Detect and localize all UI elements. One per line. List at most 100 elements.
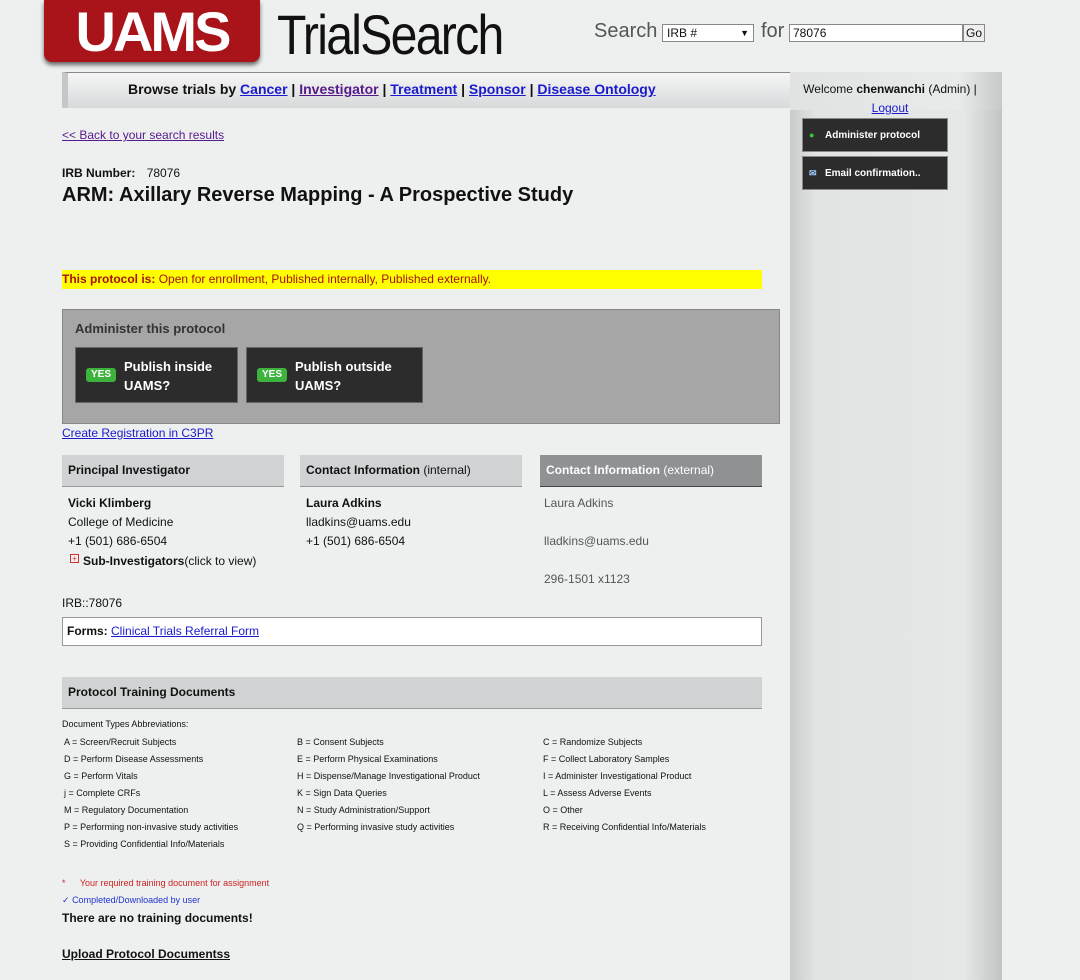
user-role: (Admin) | [928, 82, 977, 96]
publish-outside-label-2: UAMS? [295, 378, 342, 393]
publish-inside-label: Publish inside [124, 359, 213, 374]
create-registration-link[interactable]: Create Registration in C3PR [62, 426, 213, 440]
browse-label: Browse trials by [128, 81, 237, 97]
welcome-prefix: Welcome [803, 82, 853, 96]
publish-inside-label-2: UAMS? [124, 378, 171, 393]
administer-title: Administer this protocol [75, 321, 226, 336]
email-confirmation-label: Email confirmation.. [825, 167, 921, 179]
abbr-item: B = Consent Subjects [297, 737, 384, 747]
yes-badge: YES [86, 368, 116, 382]
nav-link-disease-ontology[interactable]: Disease Ontology [537, 81, 655, 97]
abbr-item: D = Perform Disease Assessments [64, 754, 204, 764]
search-input[interactable]: 78076 [789, 24, 963, 42]
abbr-item: L = Assess Adverse Events [543, 788, 652, 798]
publish-outside-toggle[interactable]: YES Publish outside UAMS? [246, 347, 423, 403]
upload-documents-link[interactable]: Upload Protocol Documentss [62, 947, 230, 961]
training-documents-header: Protocol Training Documents [62, 677, 762, 709]
administer-panel: Administer this protocol YES Publish ins… [62, 309, 780, 424]
contact-external-phone: 296-1501 x1123 [544, 572, 630, 586]
nav-link-treatment[interactable]: Treatment [390, 81, 457, 97]
abbreviations-title: Document Types Abbreviations: [62, 719, 189, 729]
nav-link-cancer[interactable]: Cancer [240, 81, 287, 97]
go-button[interactable]: Go [963, 24, 985, 42]
forms-label: Forms: [67, 624, 108, 638]
legend-completed-text: Completed/Downloaded by user [72, 895, 201, 905]
abbr-item: S = Providing Confidential Info/Material… [64, 839, 225, 849]
contact-external-email: lladkins@uams.edu [544, 534, 649, 548]
abbr-item: E = Perform Physical Examinations [297, 754, 438, 764]
logo-text: UAMS [75, 0, 232, 63]
forms-box: Forms: Clinical Trials Referral Form [62, 617, 762, 646]
logout-link[interactable]: Logout [872, 101, 909, 115]
abbr-item: G = Perform Vitals [64, 771, 138, 781]
principal-investigator-header: Principal Investigator [62, 455, 284, 487]
browse-navbar: Browse trials by Cancer | Investigator |… [62, 72, 790, 108]
abbr-item: M = Regulatory Documentation [64, 805, 189, 815]
pi-department: College of Medicine [68, 515, 174, 529]
publish-inside-toggle[interactable]: YES Publish inside UAMS? [75, 347, 238, 403]
username: chenwanchi [856, 82, 925, 96]
abbr-item: K = Sign Data Queries [297, 788, 387, 798]
legend-completed: ✓ Completed/Downloaded by user [62, 895, 200, 906]
abbr-item: N = Study Administration/Support [297, 805, 430, 815]
status-label: This protocol is: [62, 272, 156, 286]
contact-internal-phone: +1 (501) 686-6504 [306, 534, 406, 548]
abbr-item: C = Randomize Subjects [543, 737, 643, 747]
for-label: for [761, 20, 785, 42]
search-type-select[interactable]: IRB # ▼ [662, 24, 754, 42]
legend-required-text: Your required training document for assi… [79, 878, 270, 888]
protocol-status-bar: This protocol is: Open for enrollment, P… [62, 270, 762, 289]
contact-internal-header: Contact Information (internal) [300, 455, 522, 487]
irb-footer: IRB::78076 [62, 596, 123, 610]
contact-external-subtitle: (external) [663, 463, 715, 477]
nav-separator: | [529, 81, 534, 97]
pi-name: Vicki Klimberg [68, 496, 152, 510]
yes-badge: YES [257, 368, 287, 382]
nav-separator: | [291, 81, 296, 97]
header: UAMS TrialSearch Search IRB # ▼ for 7807… [0, 0, 1080, 70]
contact-internal-title: Contact Information [306, 463, 420, 477]
app-title: TrialSearch [277, 3, 504, 66]
abbr-item: j = Complete CRFs [64, 788, 141, 798]
contact-internal-name: Laura Adkins [306, 496, 382, 510]
search-type-value: IRB # [667, 26, 698, 40]
right-sidebar [790, 110, 1002, 980]
legend-required: * Your required training document for as… [62, 878, 269, 888]
irb-number: IRB Number: 78076 [62, 166, 180, 180]
abbr-item: A = Screen/Recruit Subjects [64, 737, 177, 747]
page-title: ARM: Axillary Reverse Mapping - A Prospe… [62, 184, 574, 206]
checkmark-icon: ✓ [62, 895, 70, 905]
sub-investigators-label: Sub-Investigators [83, 554, 185, 568]
email-confirmation-button[interactable]: ✉ Email confirmation.. [802, 156, 948, 190]
bullet-icon: ● [809, 130, 815, 140]
referral-form-link[interactable]: Clinical Trials Referral Form [111, 624, 259, 638]
nav-separator: | [461, 81, 466, 97]
irb-number-label: IRB Number: [62, 166, 136, 180]
chevron-down-icon: ▼ [740, 28, 749, 38]
contact-internal-email: lladkins@uams.edu [306, 515, 411, 529]
publish-outside-label: Publish outside [295, 359, 392, 374]
contact-external-name: Laura Adkins [544, 496, 614, 510]
uams-logo[interactable]: UAMS [44, 0, 260, 63]
abbr-item: Q = Performing invasive study activities [297, 822, 455, 832]
abbr-item: O = Other [543, 805, 583, 815]
nav-link-investigator[interactable]: Investigator [299, 81, 378, 97]
sub-investigators-toggle[interactable]: + Sub-Investigators(click to view) [70, 552, 256, 571]
back-to-results-link[interactable]: << Back to your search results [62, 128, 224, 142]
nav-link-sponsor[interactable]: Sponsor [469, 81, 526, 97]
abbr-item: P = Performing non-invasive study activi… [64, 822, 239, 832]
nav-separator: | [382, 81, 387, 97]
envelope-icon: ✉ [809, 167, 817, 178]
abbr-item: I = Administer Investigational Product [543, 771, 692, 781]
abbr-item: H = Dispense/Manage Investigational Prod… [297, 771, 480, 781]
administer-protocol-label: Administer protocol [825, 129, 921, 141]
sub-investigators-hint: (click to view) [184, 554, 257, 568]
expand-plus-icon: + [70, 554, 79, 563]
pi-phone: +1 (501) 686-6504 [68, 534, 168, 548]
abbr-item: R = Receiving Confidential Info/Material… [543, 822, 706, 832]
status-text: Open for enrollment, Published internall… [158, 272, 492, 286]
no-documents-message: There are no training documents! [62, 911, 253, 925]
administer-protocol-button[interactable]: ● Administer protocol [802, 118, 948, 152]
abbr-item: F = Collect Laboratory Samples [543, 754, 670, 764]
asterisk-icon: * [62, 878, 66, 888]
